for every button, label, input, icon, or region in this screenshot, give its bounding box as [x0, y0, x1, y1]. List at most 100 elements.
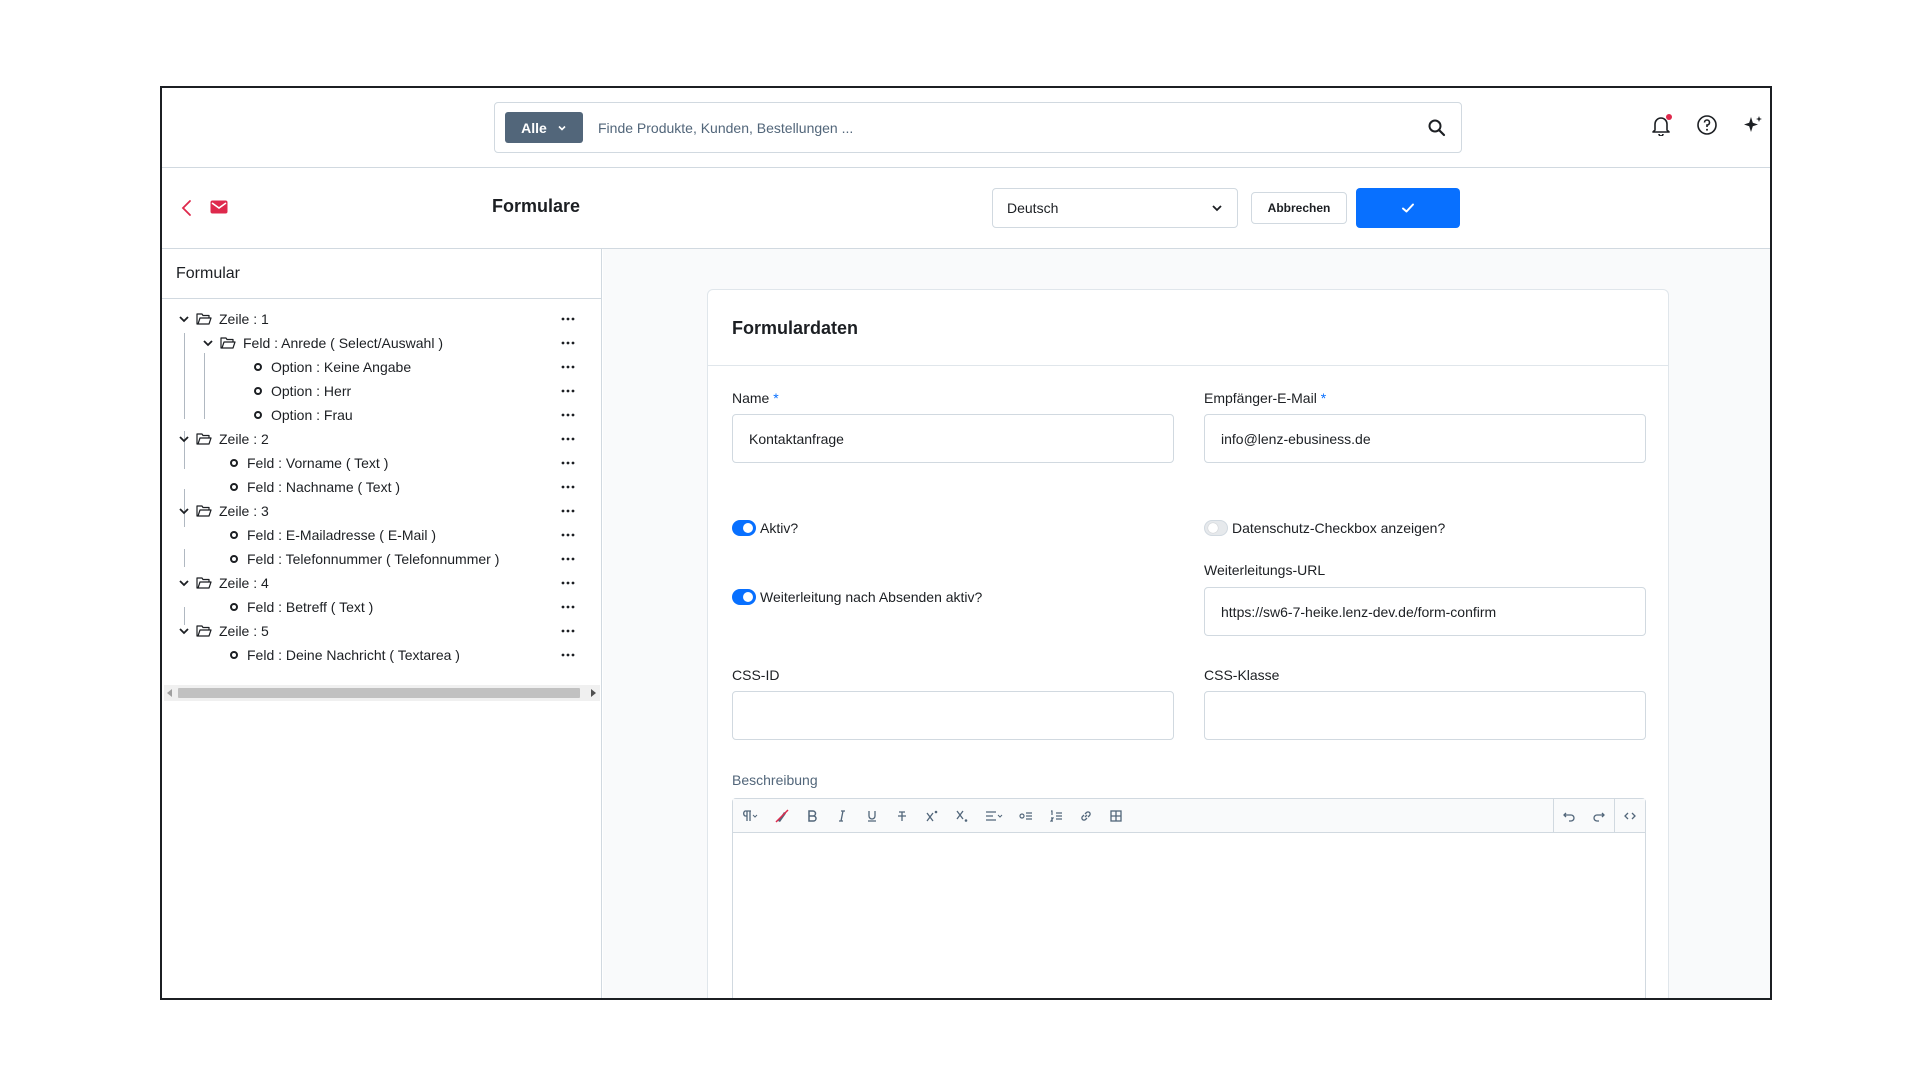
back-icon[interactable] — [180, 198, 194, 218]
more-icon[interactable] — [558, 621, 578, 641]
sparkle-icon[interactable] — [1742, 114, 1764, 136]
name-label-text: Name — [732, 390, 770, 406]
tree-row-label: Zeile : 3 — [219, 503, 269, 519]
bullet-list-icon[interactable] — [1011, 799, 1041, 833]
chevron-down-icon[interactable] — [178, 433, 190, 445]
smart-bar: Formulare Deutsch Abbrechen — [162, 168, 1770, 249]
more-icon[interactable] — [558, 309, 578, 329]
bullet-icon — [230, 603, 238, 611]
chevron-down-icon[interactable] — [178, 505, 190, 517]
more-icon[interactable] — [558, 501, 578, 521]
tree-row[interactable]: Feld : Vorname ( Text ) — [162, 451, 601, 475]
chevron-down-icon[interactable] — [178, 313, 190, 325]
name-input[interactable] — [732, 414, 1174, 463]
privacy-switch[interactable] — [1204, 520, 1228, 536]
cancel-button[interactable]: Abbrechen — [1251, 192, 1347, 224]
underline-icon[interactable] — [857, 799, 887, 833]
folder-open-icon — [196, 625, 212, 637]
switch-knob — [743, 592, 753, 602]
active-toggle-row[interactable]: Aktiv? — [732, 520, 798, 536]
tree-row[interactable]: Option : Frau — [162, 403, 601, 427]
link-icon[interactable] — [1071, 799, 1101, 833]
redirect-url-label: Weiterleitungs-URL — [1204, 562, 1326, 578]
more-icon[interactable] — [558, 405, 578, 425]
more-icon[interactable] — [558, 453, 578, 473]
css-id-input[interactable] — [732, 691, 1174, 740]
redo-icon[interactable] — [1584, 799, 1614, 833]
more-icon[interactable] — [558, 381, 578, 401]
numbered-list-icon[interactable] — [1041, 799, 1071, 833]
strikethrough-icon[interactable] — [887, 799, 917, 833]
chevron-down-icon[interactable] — [178, 625, 190, 637]
remove-color-icon[interactable] — [767, 799, 797, 833]
tree-row-label: Zeile : 1 — [219, 311, 269, 327]
tree-row[interactable]: Feld : Telefonnummer ( Telefonnummer ) — [162, 547, 601, 571]
scroll-left-arrow[interactable] — [167, 689, 172, 697]
code-view-icon[interactable] — [1615, 799, 1645, 833]
language-value: Deutsch — [1007, 200, 1059, 216]
chevron-down-icon[interactable] — [202, 337, 214, 349]
more-icon[interactable] — [558, 597, 578, 617]
save-button[interactable] — [1356, 188, 1460, 228]
more-icon[interactable] — [558, 333, 578, 353]
paragraph-format-icon[interactable] — [733, 799, 767, 833]
redirect-toggle-row[interactable]: Weiterleitung nach Absenden aktiv? — [732, 589, 982, 605]
more-icon[interactable] — [558, 573, 578, 593]
bullet-icon — [230, 483, 238, 491]
email-input[interactable] — [1204, 414, 1646, 463]
privacy-toggle-row[interactable]: Datenschutz-Checkbox anzeigen? — [1204, 520, 1445, 536]
notification-dot — [1666, 114, 1672, 120]
undo-icon[interactable] — [1554, 799, 1584, 833]
search-input[interactable] — [598, 119, 1427, 136]
tree-row[interactable]: Option : Keine Angabe — [162, 355, 601, 379]
tree-row-label: Feld : Deine Nachricht ( Textarea ) — [247, 647, 460, 663]
tree-row[interactable]: Option : Herr — [162, 379, 601, 403]
horizontal-scrollbar[interactable] — [164, 685, 600, 701]
switch-knob — [743, 523, 753, 533]
tree-row[interactable]: Zeile : 1 — [162, 307, 601, 331]
scrollbar-thumb[interactable] — [178, 688, 580, 698]
redirect-url-input[interactable] — [1204, 587, 1646, 636]
help-icon[interactable] — [1696, 114, 1718, 136]
more-icon[interactable] — [558, 549, 578, 569]
more-icon[interactable] — [558, 525, 578, 545]
tree-row[interactable]: Feld : Nachname ( Text ) — [162, 475, 601, 499]
tree-row[interactable]: Feld : Betreff ( Text ) — [162, 595, 601, 619]
bullet-icon — [230, 459, 238, 467]
redirect-switch[interactable] — [732, 589, 756, 605]
tree-row[interactable]: Feld : Deine Nachricht ( Textarea ) — [162, 643, 601, 667]
tree-row[interactable]: Zeile : 5 — [162, 619, 601, 643]
redirect-label: Weiterleitung nach Absenden aktiv? — [760, 589, 983, 605]
subscript-icon[interactable] — [947, 799, 977, 833]
table-icon[interactable] — [1101, 799, 1131, 833]
switch-knob — [1208, 523, 1218, 533]
tree-row-label: Zeile : 4 — [219, 575, 269, 591]
tree-row[interactable]: Feld : Anrede ( Select/Auswahl ) — [162, 331, 601, 355]
tree-row[interactable]: Zeile : 3 — [162, 499, 601, 523]
tree-row-label: Zeile : 2 — [219, 431, 269, 447]
active-switch[interactable] — [732, 520, 756, 536]
more-icon[interactable] — [558, 357, 578, 377]
search-type-dropdown[interactable]: Alle — [505, 112, 583, 143]
align-icon[interactable] — [977, 799, 1011, 833]
chevron-down-icon[interactable] — [178, 577, 190, 589]
superscript-icon[interactable] — [917, 799, 947, 833]
css-class-input[interactable] — [1204, 691, 1646, 740]
editor-content[interactable] — [733, 833, 1645, 998]
italic-icon[interactable] — [827, 799, 857, 833]
bold-icon[interactable] — [797, 799, 827, 833]
more-icon[interactable] — [558, 429, 578, 449]
bell-icon[interactable] — [1650, 114, 1672, 137]
language-select[interactable]: Deutsch — [992, 188, 1238, 228]
more-icon[interactable] — [558, 645, 578, 665]
check-icon — [1402, 203, 1414, 213]
name-label: Name * — [732, 390, 779, 406]
tree-row[interactable]: Feld : E-Mailadresse ( E-Mail ) — [162, 523, 601, 547]
search-icon[interactable] — [1427, 118, 1447, 138]
more-icon[interactable] — [558, 477, 578, 497]
tree-row[interactable]: Zeile : 4 — [162, 571, 601, 595]
bullet-icon — [254, 387, 262, 395]
tree-row[interactable]: Zeile : 2 — [162, 427, 601, 451]
scroll-right-arrow[interactable] — [591, 689, 596, 697]
folder-open-icon — [220, 337, 236, 349]
